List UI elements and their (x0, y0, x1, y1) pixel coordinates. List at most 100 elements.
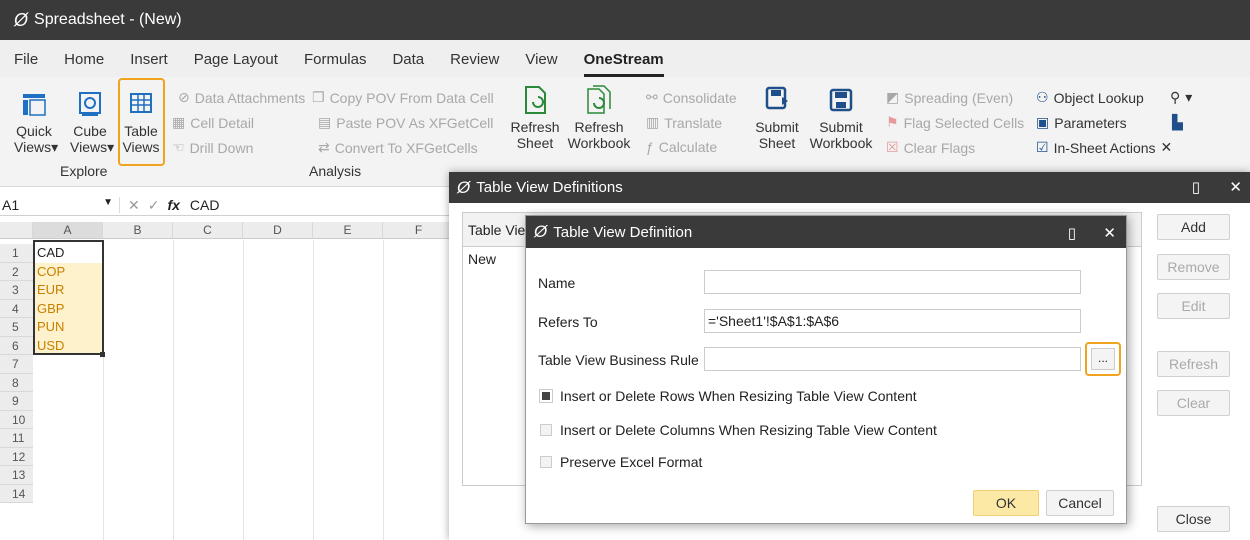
row-header[interactable]: 1 (0, 244, 33, 263)
calculate-button[interactable]: ƒ Calculate (646, 139, 717, 155)
row-header[interactable]: 14 (0, 484, 33, 503)
tab-insert[interactable]: Insert (130, 40, 168, 77)
tab-home[interactable]: Home (64, 40, 104, 77)
explore-group-label: Explore (60, 163, 108, 179)
remove-button[interactable]: Remove (1157, 254, 1230, 280)
consolidate-icon: ⚯ (646, 89, 658, 105)
row-header[interactable]: 10 (0, 410, 33, 429)
column-header[interactable]: B (103, 222, 173, 239)
quick-views-button[interactable]: Quick Views▾ (14, 89, 58, 155)
object-lookup-button[interactable]: ⚇ Object Lookup (1036, 89, 1144, 106)
close-icon[interactable]: ✕ (1103, 224, 1116, 242)
table-view-definition-dialog: Ø Table View Definition ▯ ✕ Name Refers … (525, 215, 1127, 524)
checkbox-unchecked-icon (540, 424, 552, 436)
submit-sheet-icon (763, 85, 791, 115)
formula-input[interactable]: CAD (190, 197, 220, 213)
clipboard-icon[interactable]: ▯ (1068, 224, 1076, 242)
name-field[interactable] (704, 270, 1081, 294)
flag-cells-button[interactable]: ⚑ Flag Selected Cells (886, 114, 1024, 131)
save-options-button[interactable]: ▙ (1172, 114, 1183, 131)
name-box[interactable]: A1 ▼ (0, 197, 120, 213)
insert-delete-rows-checkbox[interactable]: Insert or Delete Rows When Resizing Tabl… (539, 388, 917, 404)
submit-sheet-button[interactable]: Submit Sheet (752, 85, 802, 151)
tab-page-layout[interactable]: Page Layout (194, 40, 278, 77)
tab-view[interactable]: View (525, 40, 557, 77)
row-header[interactable]: 5 (0, 318, 33, 337)
row-header[interactable]: 12 (0, 447, 33, 466)
flag-icon: ⚑ (886, 114, 899, 130)
clear-flags-button[interactable]: ☒ Clear Flags (886, 139, 975, 156)
cancel-button[interactable]: Cancel (1046, 490, 1114, 516)
refresh-button[interactable]: Refresh (1157, 351, 1230, 377)
cell-detail-icon: ▦ (172, 114, 186, 130)
ok-button[interactable]: OK (973, 490, 1039, 516)
tab-review[interactable]: Review (450, 40, 499, 77)
close-button[interactable]: Close (1157, 506, 1230, 532)
column-header[interactable]: A (33, 222, 103, 239)
row-header[interactable]: 8 (0, 373, 33, 392)
hierarchy-dropdown-button[interactable]: ⚲ ▾ (1170, 89, 1192, 106)
tab-formulas[interactable]: Formulas (304, 40, 367, 77)
column-header[interactable]: D (243, 222, 313, 239)
submit-workbook-button[interactable]: Submit Workbook (806, 85, 876, 151)
consolidate-button[interactable]: ⚯ Consolidate (646, 89, 737, 106)
data-attachments-button[interactable]: ⊘ Data Attachments (178, 89, 305, 106)
row-header[interactable]: 4 (0, 299, 33, 318)
copy-pov-button[interactable]: ❐ Copy POV From Data Cell (312, 89, 494, 106)
tab-onestream[interactable]: OneStream (583, 40, 664, 77)
cell-detail-button[interactable]: ▦ Cell Detail (172, 114, 254, 131)
title-bar: Ø Spreadsheet - (New) (0, 0, 1250, 40)
row-header[interactable]: 9 (0, 392, 33, 411)
tab-file[interactable]: File (14, 40, 38, 77)
spreading-icon: ◩ (886, 89, 900, 105)
spreadsheet-grid[interactable]: A B C D E F 1 2 3 4 5 6 7 8 9 10 11 12 1… (0, 222, 455, 540)
tab-data[interactable]: Data (392, 40, 424, 77)
dialog-title-bar: Ø Table View Definitions ▯ ✕ (449, 172, 1250, 203)
in-sheet-actions-button[interactable]: ☑ In-Sheet Actions ✕ (1036, 139, 1172, 156)
convert-button[interactable]: ⇄ Convert To XFGetCells (318, 139, 478, 156)
app-title: Spreadsheet - (New) (34, 11, 182, 28)
browse-button[interactable]: ... (1091, 348, 1115, 370)
spreading-button[interactable]: ◩ Spreading (Even) (886, 89, 1013, 106)
refresh-sheet-icon (521, 85, 549, 115)
dialog-title: Table View Definition (553, 223, 693, 241)
parameters-button[interactable]: ▣ Parameters (1036, 114, 1127, 131)
insert-delete-columns-checkbox[interactable]: Insert or Delete Columns When Resizing T… (540, 422, 937, 438)
function-icon[interactable]: fx (167, 197, 189, 213)
clipboard-icon[interactable]: ▯ (1192, 178, 1200, 196)
row-header[interactable]: 2 (0, 262, 33, 281)
onestream-logo-icon: Ø (457, 177, 471, 197)
confirm-entry-icon[interactable]: ✓ (148, 197, 168, 214)
drill-down-button[interactable]: ☜ Drill Down (172, 139, 253, 156)
selection-border (33, 240, 104, 355)
in-sheet-actions-icon: ☑ (1036, 139, 1049, 155)
fill-handle[interactable] (100, 352, 105, 357)
cube-views-button[interactable]: Cube Views▾ (70, 89, 114, 155)
column-header[interactable]: E (313, 222, 383, 239)
row-header[interactable]: 3 (0, 281, 33, 300)
table-views-highlight (118, 78, 165, 166)
cancel-entry-icon[interactable]: ✕ (120, 197, 148, 214)
column-header[interactable]: C (173, 222, 243, 239)
convert-icon: ⇄ (318, 139, 330, 155)
binoculars-icon: ⚇ (1036, 89, 1049, 105)
clear-flags-icon: ☒ (886, 139, 899, 155)
edit-button[interactable]: Edit (1157, 293, 1230, 319)
submit-workbook-icon (827, 85, 855, 115)
select-all-corner[interactable] (0, 222, 33, 239)
refresh-workbook-button[interactable]: Refresh Workbook (562, 85, 636, 151)
business-rule-field[interactable] (704, 347, 1081, 371)
close-icon[interactable]: ✕ (1229, 178, 1242, 196)
refresh-sheet-button[interactable]: Refresh Sheet (508, 85, 562, 151)
column-header[interactable]: F (383, 222, 455, 239)
row-header[interactable]: 7 (0, 355, 33, 374)
paste-pov-button[interactable]: ▤ Paste POV As XFGetCell (318, 114, 493, 131)
row-header[interactable]: 6 (0, 336, 33, 355)
clear-button[interactable]: Clear (1157, 390, 1230, 416)
preserve-format-checkbox[interactable]: Preserve Excel Format (540, 454, 702, 470)
refers-to-field[interactable]: ='Sheet1'!$A$1:$A$6 (704, 309, 1081, 333)
row-header[interactable]: 13 (0, 466, 33, 485)
translate-button[interactable]: ▥ Translate (646, 114, 722, 131)
row-header[interactable]: 11 (0, 429, 33, 448)
add-button[interactable]: Add (1157, 214, 1230, 240)
